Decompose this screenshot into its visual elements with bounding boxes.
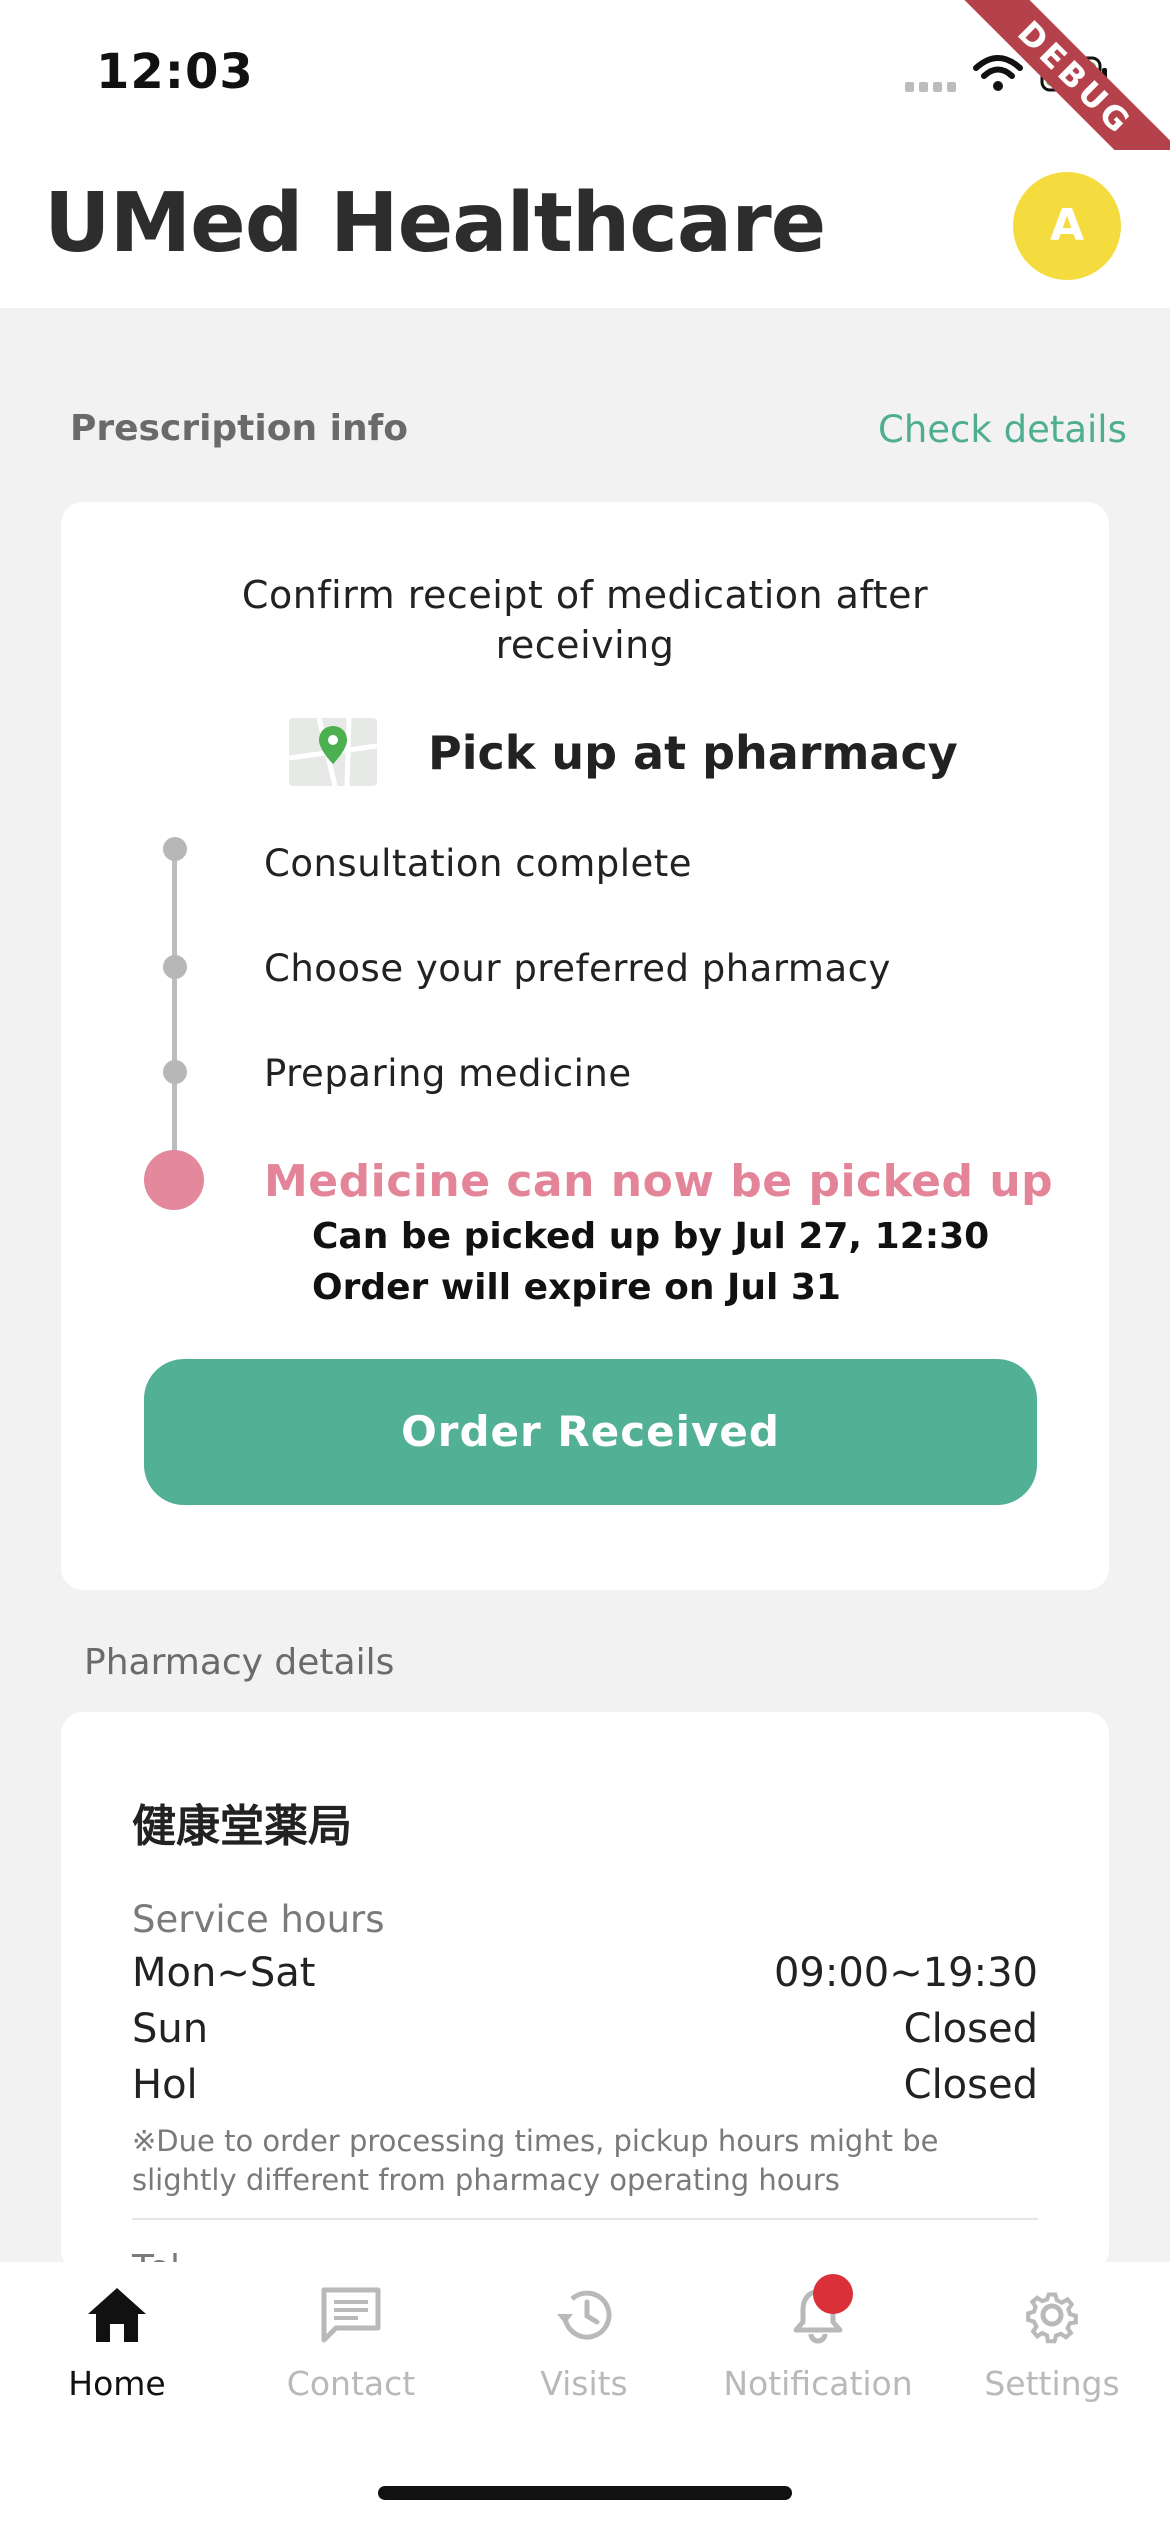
pharmacy-section-label: Pharmacy details [84,1642,395,1683]
home-indicator [378,2486,792,2500]
step-preparing-medicine: Preparing medicine [264,1052,632,1095]
order-expiry-text: Order will expire on Jul 31 [312,1267,841,1308]
tab-label: Visits [540,2364,628,2403]
signal-icon [905,82,956,92]
status-time: 12:03 [96,44,254,100]
hours-row: Sun Closed [132,2006,1038,2056]
confirm-receipt-text: Confirm receipt of medication after rece… [241,573,929,667]
hours-row: Mon~Sat 09:00~19:30 [132,1950,1038,2000]
hours-day: Sun [132,2006,209,2052]
message-icon [321,2287,381,2343]
avatar[interactable]: A [1013,172,1121,280]
app-title: UMed Healthcare [44,176,826,271]
hours-row: Hol Closed [132,2062,1038,2112]
tab-contact[interactable]: Contact [236,2286,466,2403]
prescription-section-label: Prescription info [70,408,408,449]
timeline-dot [163,1060,187,1084]
hours-note: ※Due to order processing times, pickup h… [132,2124,939,2197]
hours-value: Closed [903,2062,1038,2108]
tab-notification[interactable]: Notification [703,2274,933,2403]
notification-badge [813,2274,853,2314]
tab-label: Settings [984,2364,1120,2403]
wifi-icon [973,55,1023,91]
check-details-link[interactable]: Check details [878,408,1127,451]
map-pin-icon [289,718,377,786]
timeline-line [172,848,177,1178]
pickup-method-title: Pick up at pharmacy [428,726,958,780]
tab-home[interactable]: Home [2,2286,232,2403]
tab-label: Contact [286,2364,416,2403]
home-icon [88,2288,146,2342]
divider [132,2218,1038,2220]
hours-value: 09:00~19:30 [773,1950,1038,1996]
tab-label: Notification [723,2364,913,2403]
service-hours-label: Service hours [132,1898,385,1941]
order-received-button[interactable]: Order Received [144,1359,1037,1505]
step-consultation-complete: Consultation complete [264,842,693,885]
hours-day: Mon~Sat [132,1950,316,1996]
pharmacy-name: 健康堂薬局 [132,1801,352,1852]
tab-visits[interactable]: Visits [469,2286,699,2403]
gear-icon [1026,2292,1078,2344]
hours-day: Hol [132,2062,198,2108]
timeline-dot-current [144,1150,204,1210]
step-ready-for-pickup: Medicine can now be picked up [264,1156,1054,1207]
timeline-dot [163,955,187,979]
step-choose-pharmacy: Choose your preferred pharmacy [264,947,891,990]
pickup-deadline-text: Can be picked up by Jul 27, 12:30 [312,1216,990,1257]
tab-label: Home [68,2364,166,2403]
timeline-dot [163,837,187,861]
hours-value: Closed [903,2006,1038,2052]
history-icon [557,2290,612,2340]
tab-settings[interactable]: Settings [937,2286,1167,2403]
